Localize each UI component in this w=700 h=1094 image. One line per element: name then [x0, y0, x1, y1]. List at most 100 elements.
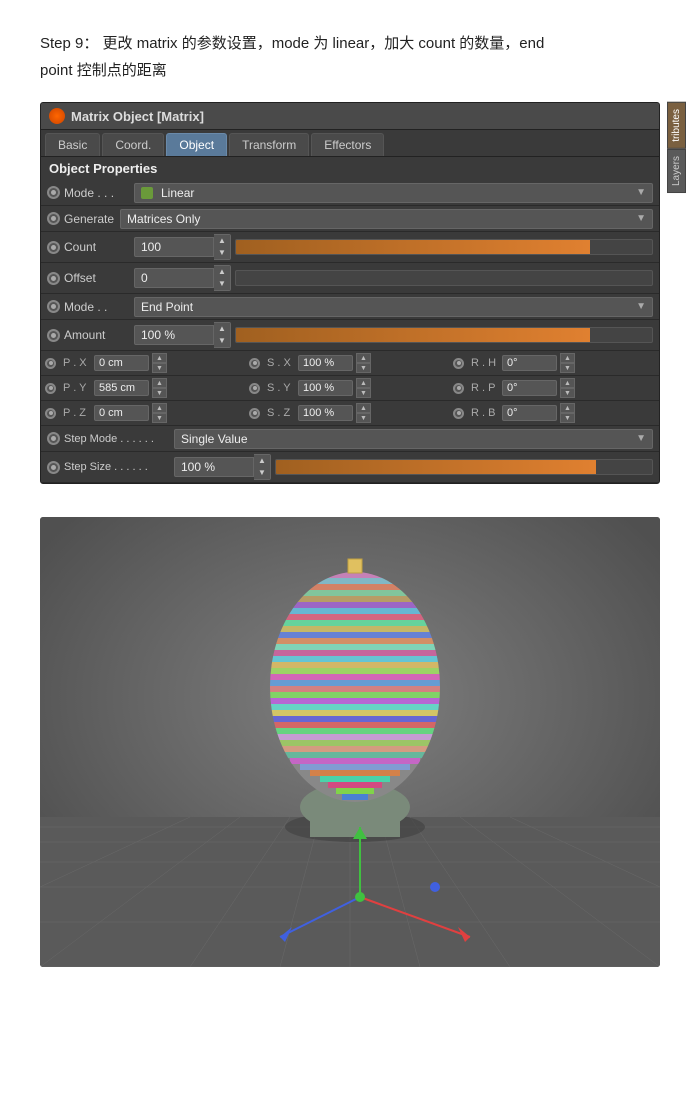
tab-effectors[interactable]: Effectors: [311, 133, 384, 156]
amount-step-up[interactable]: ▲: [214, 323, 230, 335]
px-radio[interactable]: [45, 358, 56, 369]
rh-radio[interactable]: [453, 358, 464, 369]
step-size-step-up[interactable]: ▲: [254, 455, 270, 467]
rp-radio[interactable]: [453, 383, 464, 394]
rh-step-up[interactable]: ▲: [560, 353, 575, 363]
px-input[interactable]: [94, 355, 149, 371]
rb-cell: R . B ▲ ▼: [453, 403, 655, 423]
rh-step-down[interactable]: ▼: [560, 363, 575, 373]
step-mode-radio[interactable]: [47, 432, 60, 445]
py-label: P . Y: [63, 382, 91, 394]
step-mode-row: Step Mode . . . . . . Single Value ▼: [41, 426, 659, 452]
count-input[interactable]: [134, 237, 214, 257]
offset-step-down[interactable]: ▼: [214, 278, 230, 290]
sx-radio[interactable]: [249, 358, 260, 369]
pz-label: P . Z: [63, 407, 91, 419]
py-input[interactable]: [94, 380, 149, 396]
pz-input[interactable]: [94, 405, 149, 421]
sy-input[interactable]: [298, 380, 353, 396]
px-stepper: ▲ ▼: [152, 353, 167, 373]
mode-dropdown-arrow: ▼: [636, 187, 646, 198]
rp-step-down[interactable]: ▼: [560, 388, 575, 398]
rp-input[interactable]: [502, 380, 557, 396]
py-step-up[interactable]: ▲: [152, 378, 167, 388]
offset-stepper: ▲ ▼: [214, 265, 231, 291]
sz-radio[interactable]: [249, 408, 260, 419]
generate-label: Generate: [64, 212, 114, 226]
mode2-row: Mode . . End Point ▼: [41, 294, 659, 320]
side-tab-layers[interactable]: Layers: [667, 149, 686, 193]
count-stepper: ▲ ▼: [214, 234, 231, 260]
amount-radio[interactable]: [47, 329, 60, 342]
tab-transform[interactable]: Transform: [229, 133, 309, 156]
pzszrb-row: P . Z ▲ ▼ S . Z ▲ ▼: [41, 401, 659, 426]
step-size-label: Step Size . . . . . .: [64, 461, 174, 473]
generate-radio[interactable]: [47, 212, 60, 225]
py-step-down[interactable]: ▼: [152, 388, 167, 398]
sx-step-up[interactable]: ▲: [356, 353, 371, 363]
px-step-up[interactable]: ▲: [152, 353, 167, 363]
count-progress-fill: [236, 240, 590, 254]
sz-step-down[interactable]: ▼: [356, 413, 371, 423]
mode2-label: Mode . .: [64, 300, 134, 314]
sz-input[interactable]: [298, 405, 353, 421]
sy-step-down[interactable]: ▼: [356, 388, 371, 398]
sx-input[interactable]: [298, 355, 353, 371]
pz-radio[interactable]: [45, 408, 56, 419]
rb-step-up[interactable]: ▲: [560, 403, 575, 413]
rp-stepper: ▲ ▼: [560, 378, 575, 398]
step-size-row: Step Size . . . . . . ▲ ▼: [41, 452, 659, 483]
sx-step-down[interactable]: ▼: [356, 363, 371, 373]
rp-label: R . P: [471, 382, 499, 394]
sy-radio[interactable]: [249, 383, 260, 394]
count-step-up[interactable]: ▲: [214, 235, 230, 247]
amount-input[interactable]: [134, 325, 214, 345]
offset-label: Offset: [64, 271, 134, 285]
count-step-down[interactable]: ▼: [214, 247, 230, 259]
mode2-radio[interactable]: [47, 300, 60, 313]
count-radio[interactable]: [47, 241, 60, 254]
step-size-step-down[interactable]: ▼: [254, 467, 270, 479]
offset-input[interactable]: [134, 268, 214, 288]
step-size-input[interactable]: [174, 457, 254, 477]
mode2-dropdown[interactable]: End Point ▼: [134, 297, 653, 317]
generate-dropdown[interactable]: Matrices Only ▼: [120, 209, 653, 229]
offset-progress-bar: [235, 270, 653, 286]
px-step-down[interactable]: ▼: [152, 363, 167, 373]
amount-progress-bar: [235, 327, 653, 343]
pz-stepper: ▲ ▼: [152, 403, 167, 423]
tab-object[interactable]: Object: [166, 133, 227, 156]
px-label: P . X: [63, 357, 91, 369]
rb-step-down[interactable]: ▼: [560, 413, 575, 423]
amount-step-down[interactable]: ▼: [214, 335, 230, 347]
section-header: Object Properties: [41, 157, 659, 180]
sz-step-up[interactable]: ▲: [356, 403, 371, 413]
title-icon: [49, 108, 65, 124]
mode2-dropdown-arrow: ▼: [636, 301, 646, 312]
pxsxrh-row: P . X ▲ ▼ S . X ▲ ▼: [41, 351, 659, 376]
step-mode-value: Single Value: [181, 432, 248, 446]
pz-step-down[interactable]: ▼: [152, 413, 167, 423]
tab-coord[interactable]: Coord.: [102, 133, 164, 156]
side-tab-tributes[interactable]: tributes: [667, 102, 686, 149]
sy-step-up[interactable]: ▲: [356, 378, 371, 388]
step-mode-dropdown[interactable]: Single Value ▼: [174, 429, 653, 449]
amount-row: Amount ▲ ▼: [41, 320, 659, 351]
mode-radio[interactable]: [47, 186, 60, 199]
tab-basic[interactable]: Basic: [45, 133, 100, 156]
py-radio[interactable]: [45, 383, 56, 394]
offset-step-up[interactable]: ▲: [214, 266, 230, 278]
title-bar: Matrix Object [Matrix]: [41, 103, 659, 130]
rb-label: R . B: [471, 407, 499, 419]
sx-stepper: ▲ ▼: [356, 353, 371, 373]
step-instruction: Step 9： 更改 matrix 的参数设置，mode 为 linear，加大…: [40, 30, 660, 84]
rh-input[interactable]: [502, 355, 557, 371]
rh-label: R . H: [471, 357, 499, 369]
pz-step-up[interactable]: ▲: [152, 403, 167, 413]
offset-radio[interactable]: [47, 272, 60, 285]
step-size-radio[interactable]: [47, 461, 60, 474]
rp-step-up[interactable]: ▲: [560, 378, 575, 388]
mode-dropdown[interactable]: Linear ▼: [134, 183, 653, 203]
rb-radio[interactable]: [453, 408, 464, 419]
rb-input[interactable]: [502, 405, 557, 421]
